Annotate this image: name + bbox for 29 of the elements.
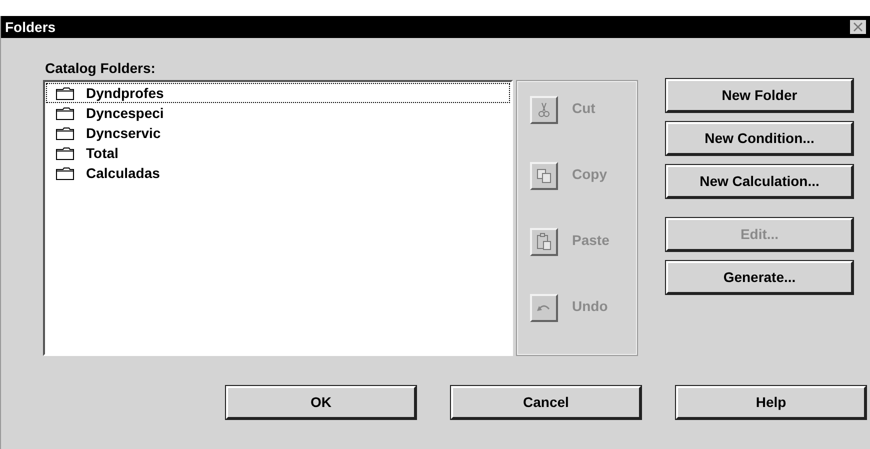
list-item[interactable]: Total [46, 143, 510, 163]
clipboard-icon [536, 233, 552, 251]
tool-label: Copy [572, 165, 607, 184]
dialog-button[interactable]: New Condition... [666, 122, 853, 155]
copy-icon [536, 168, 552, 184]
window-title: Folders [5, 18, 56, 36]
folder-icon [56, 86, 74, 100]
dialog-button[interactable]: New Folder [666, 79, 853, 112]
tool-label: Paste [572, 231, 610, 250]
list-label: Catalog Folders: [45, 59, 156, 78]
list-item[interactable]: Dyndprofes [46, 83, 510, 103]
list-item[interactable]: Dyncservic [46, 123, 510, 143]
close-icon [853, 22, 863, 32]
dialog-button[interactable]: Generate... [666, 261, 853, 294]
close-button[interactable] [850, 20, 866, 34]
tool-label: Cut [572, 99, 596, 118]
list-item[interactable]: Dyncespeci [46, 103, 510, 123]
tool-label: Undo [572, 297, 608, 316]
folder-icon [56, 146, 74, 160]
dialog-button[interactable]: Help [676, 386, 866, 419]
scissors-icon [537, 102, 551, 118]
folder-icon [56, 126, 74, 140]
list-item[interactable]: Calculadas [46, 163, 510, 183]
dialog-button[interactable]: OK [226, 386, 416, 419]
dialog-button[interactable]: New Calculation... [666, 165, 853, 198]
folder-icon [56, 166, 74, 180]
folder-list[interactable]: Dyndprofes Dyncespeci Dyncservic Total Calculadas [43, 80, 513, 356]
folder-icon [56, 106, 74, 120]
dialog-button[interactable]: Cancel [451, 386, 641, 419]
